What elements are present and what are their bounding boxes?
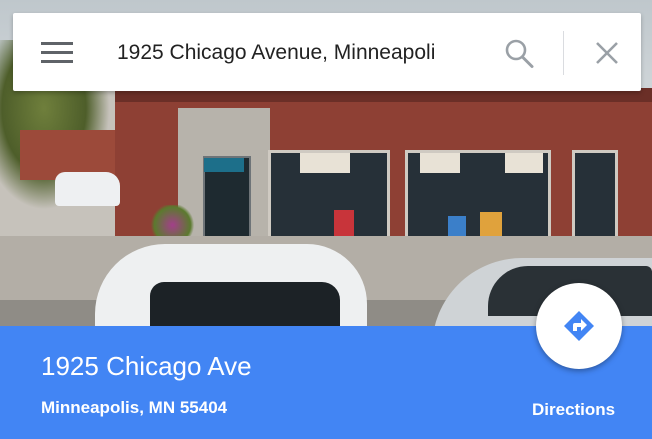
shop-window [572, 150, 618, 248]
place-title: 1925 Chicago Ave [41, 351, 252, 381]
parked-car [55, 172, 120, 206]
maps-place-card: 1925 Chicago Avenue, Minneapoli 1925 Chi… [0, 0, 652, 439]
hamburger-menu-icon[interactable] [41, 41, 73, 63]
window-poster [448, 216, 466, 238]
window-sign [420, 153, 460, 173]
window-poster [334, 210, 354, 236]
divider [563, 31, 564, 75]
window-sign [505, 153, 543, 173]
search-bar: 1925 Chicago Avenue, Minneapoli [13, 13, 641, 91]
door-sign [204, 158, 244, 172]
window-poster [480, 212, 502, 236]
place-address: Minneapolis, MN 55404 [41, 398, 228, 417]
car-window [150, 282, 340, 326]
window-sign [300, 153, 350, 173]
directions-diamond-icon [564, 311, 594, 341]
directions-button-label[interactable]: Directions [532, 400, 615, 420]
close-icon[interactable] [593, 39, 621, 67]
directions-button[interactable] [536, 283, 622, 369]
search-icon[interactable] [502, 37, 536, 71]
search-input[interactable]: 1925 Chicago Avenue, Minneapoli [117, 35, 487, 71]
